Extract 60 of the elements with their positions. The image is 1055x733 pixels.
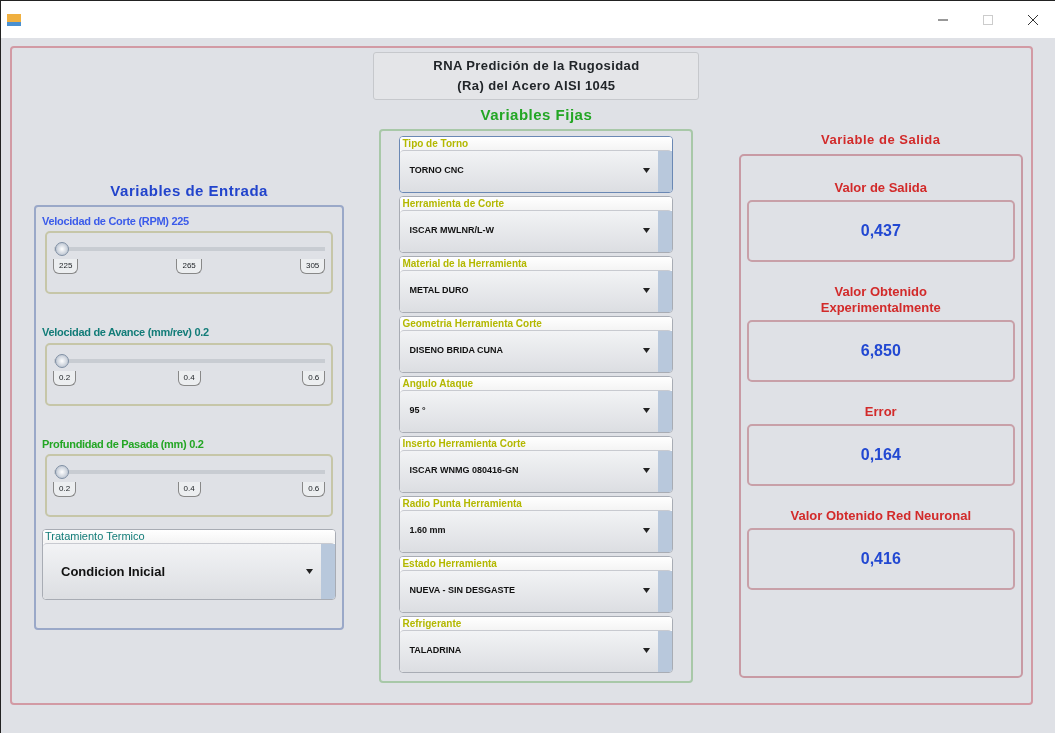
combo-label: Inserto Herramienta Corte [400,436,673,450]
caret-icon [306,568,314,574]
combo-label: Material de la Herramienta [400,256,673,270]
caret-icon [643,288,651,294]
section-heading: Variable de Salida [819,131,942,149]
output-label: Error [863,403,898,420]
dropdown[interactable]: ISCAR MWLNR/L-W [400,209,673,252]
tick-label: 0.4 [177,370,201,386]
combo-label: Angulo Ataque [400,376,673,390]
tick-label: 0.6 [302,482,326,497]
tick-label: 305 [299,259,326,274]
dropdown[interactable]: DISENO BRIDA CUNA [400,329,673,372]
caret-icon [643,348,651,354]
tick-label: 0.2 [53,370,77,386]
caret-icon [643,468,651,474]
section-heading: Variables Fijas [480,105,593,125]
dropdown[interactable]: TALADRINA [400,629,673,672]
slider-label: Profundidad de Pasada (mm) 0.2 [42,436,205,452]
dropdown[interactable]: 1.60 mm [400,509,673,552]
output-label: Valor Obtenido Red Neuronal [789,507,973,524]
slider-handle[interactable] [55,353,69,368]
combo-label: Tratamiento Termico [43,530,336,543]
tick-label: 0.6 [302,370,326,386]
combo-label: Herramienta de Corte [400,196,673,210]
slider-handle[interactable] [55,465,69,479]
combo-label: Estado Herramienta [400,556,673,570]
tick-label: 265 [176,259,202,274]
combo-label: Tipo de Torno [400,136,673,150]
caret-icon [643,228,651,234]
maximize-icon [981,14,994,27]
dropdown[interactable]: ISCAR WNMG 080416-GN [400,449,673,492]
combo-label: Radio Punta Herramienta [400,496,673,510]
output-value: 0,437 [746,199,1015,262]
dropdown[interactable]: TORNO CNC [400,149,673,192]
app-title: RNA Predición de la Rugosidad (Ra) del Acero AISI 1045 [373,52,700,100]
dropdown[interactable]: NUEVA - SIN DESGASTE [400,569,673,612]
tick-label: 0.4 [177,482,201,497]
output-label: Valor de Salida [833,179,928,196]
section-heading: Variables de Entrada [109,181,269,201]
slider-label: Velocidad de Avance (mm/rev) 0.2 [42,325,210,340]
caret-icon [643,168,651,174]
close-icon [1026,14,1039,27]
output-value: 6,850 [746,319,1015,382]
tick-label: 225 [53,259,79,274]
dropdown[interactable]: 95 ° [400,389,673,432]
dropdown[interactable]: Condicion Inicial [43,543,336,599]
caret-icon [643,588,651,594]
slider-label: Velocidad de Corte (RPM) 225 [42,213,190,229]
combo-label: Refrigerante [400,616,673,630]
dropdown[interactable]: METAL DURO [400,269,673,312]
app-icon [7,13,21,26]
output-label: Valor Obtenido Experimentalmente [819,283,942,316]
output-value: 0,416 [746,527,1015,590]
caret-icon [643,528,651,534]
output-value: 0,164 [746,423,1015,486]
caret-icon [643,648,651,654]
caret-icon [643,408,651,414]
combo-label: Geometria Herramienta Corte [400,316,673,330]
slider-handle[interactable] [55,242,69,256]
tick-label: 0.2 [53,482,77,497]
